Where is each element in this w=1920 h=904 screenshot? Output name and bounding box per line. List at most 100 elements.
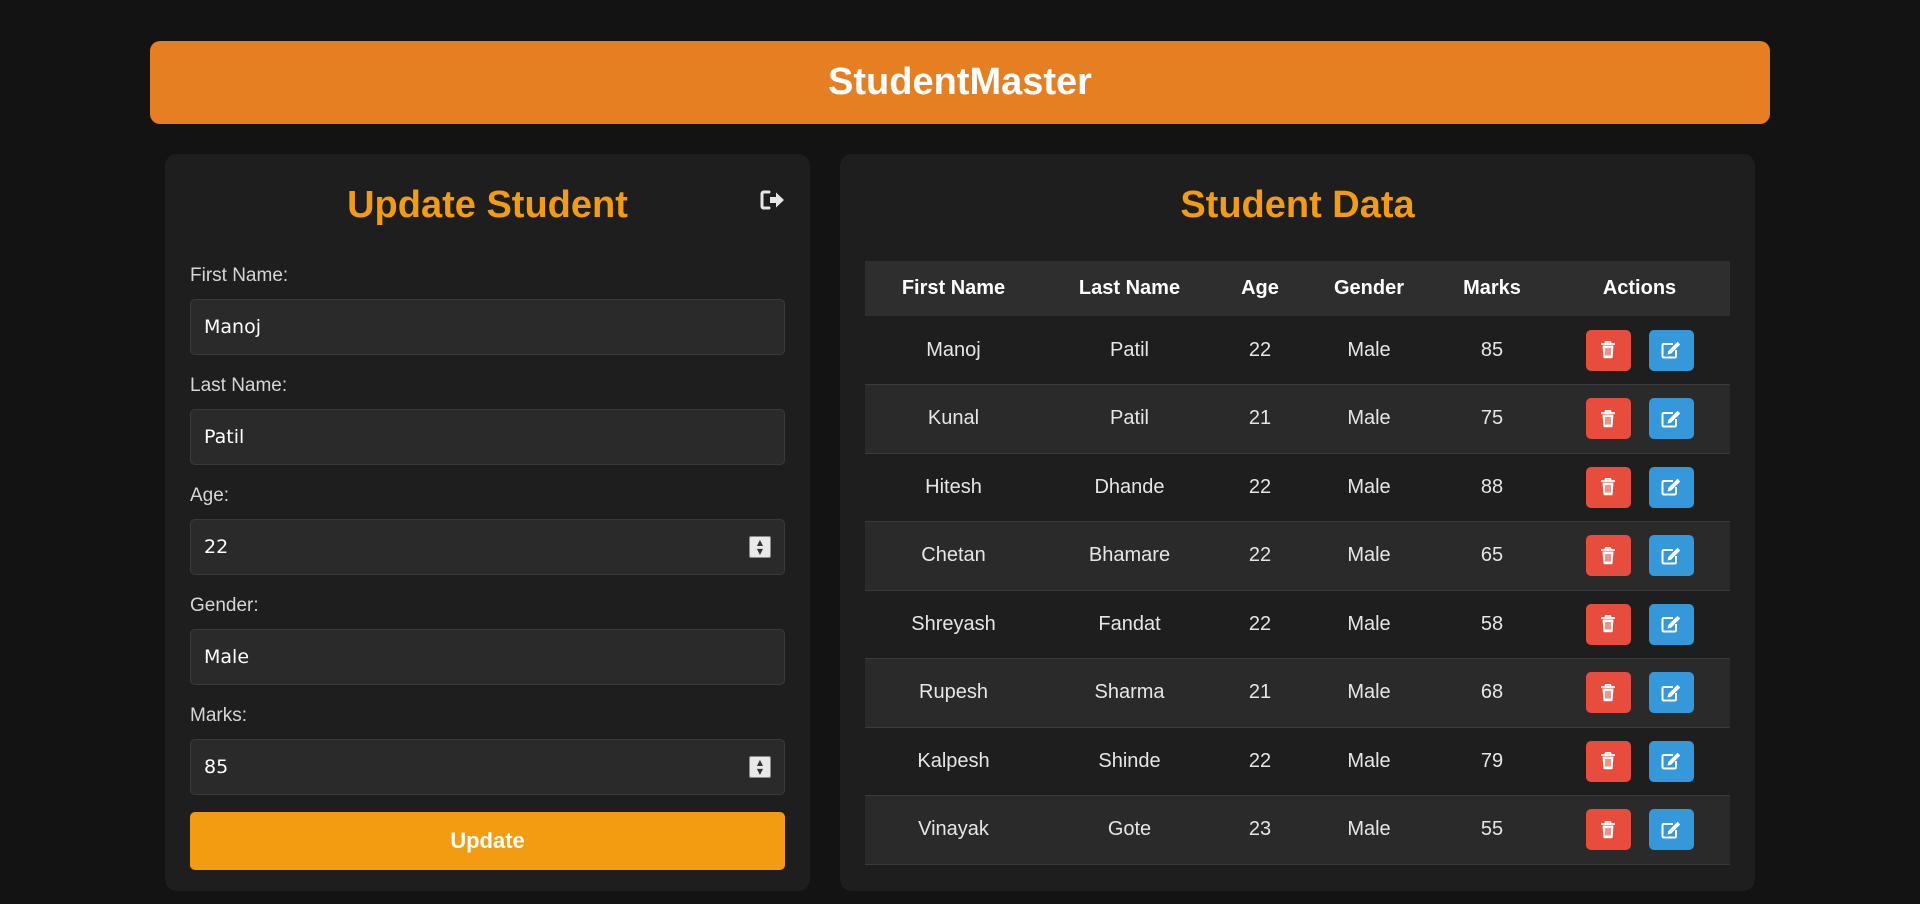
column-header-first-name: First Name: [865, 261, 1042, 316]
edit-button[interactable]: [1648, 466, 1694, 508]
chevron-up-icon[interactable]: ▲: [757, 758, 763, 767]
first-name-value: Manoj: [204, 316, 261, 338]
row-actions: [1549, 603, 1730, 645]
marks-stepper[interactable]: ▲ ▼: [749, 756, 771, 778]
cell-marks: 68: [1435, 658, 1549, 728]
marks-label: Marks:: [190, 705, 247, 726]
cell-last-name: Shinde: [1042, 727, 1217, 796]
cell-first-name: Chetan: [865, 521, 1042, 591]
edit-icon: [1661, 684, 1681, 702]
edit-icon: [1661, 410, 1681, 428]
edit-icon: [1661, 615, 1681, 633]
cell-first-name: Vinayak: [865, 795, 1042, 865]
age-input[interactable]: 22 ▲ ▼: [190, 519, 785, 575]
age-stepper[interactable]: ▲ ▼: [749, 536, 771, 558]
edit-button[interactable]: [1648, 740, 1694, 782]
trash-icon: [1600, 615, 1616, 633]
cell-age: 22: [1217, 453, 1303, 522]
cell-last-name: Dhande: [1042, 453, 1217, 522]
cell-age: 22: [1217, 727, 1303, 796]
column-header-gender: Gender: [1303, 261, 1435, 316]
delete-button[interactable]: [1585, 329, 1631, 371]
update-button[interactable]: Update: [190, 812, 785, 870]
delete-button[interactable]: [1585, 603, 1631, 645]
row-actions: [1549, 740, 1730, 782]
row-actions: [1549, 672, 1730, 714]
sign-out-icon: [760, 190, 784, 210]
cell-marks: 55: [1435, 795, 1549, 865]
first-name-label: First Name:: [190, 265, 289, 286]
delete-button[interactable]: [1585, 809, 1631, 851]
edit-icon: [1661, 752, 1681, 770]
table-header-row: First Name Last Name Age Gender Marks Ac…: [865, 261, 1730, 316]
last-name-label: Last Name:: [190, 375, 288, 396]
cell-age: 22: [1217, 316, 1303, 385]
trash-icon: [1600, 820, 1616, 839]
cell-age: 21: [1217, 658, 1303, 728]
trash-icon: [1600, 409, 1616, 428]
delete-button[interactable]: [1585, 672, 1631, 714]
cell-marks: 58: [1435, 590, 1549, 659]
column-header-actions: Actions: [1549, 261, 1730, 316]
age-group: Age: 22 ▲ ▼: [190, 484, 785, 575]
cell-gender: Male: [1303, 590, 1435, 659]
table-row: Hitesh Dhande 22 Male 88: [865, 453, 1730, 522]
delete-button[interactable]: [1585, 740, 1631, 782]
student-table: First Name Last Name Age Gender Marks Ac…: [865, 261, 1730, 865]
chevron-down-icon[interactable]: ▼: [757, 547, 763, 556]
edit-button[interactable]: [1648, 603, 1694, 645]
edit-button[interactable]: [1648, 809, 1694, 851]
cell-first-name: Kalpesh: [865, 727, 1042, 796]
chevron-up-icon[interactable]: ▲: [757, 538, 763, 547]
delete-button[interactable]: [1585, 398, 1631, 440]
last-name-group: Last Name: Patil: [190, 374, 785, 465]
cell-first-name: Manoj: [865, 316, 1042, 385]
trash-icon: [1600, 546, 1616, 565]
cell-gender: Male: [1303, 453, 1435, 522]
cell-gender: Male: [1303, 316, 1435, 385]
cell-age: 22: [1217, 590, 1303, 659]
cell-gender: Male: [1303, 521, 1435, 591]
table-row: Manoj Patil 22 Male 85: [865, 316, 1730, 385]
logout-button[interactable]: [758, 185, 788, 215]
cell-age: 22: [1217, 521, 1303, 591]
gender-value: Male: [204, 646, 250, 668]
column-header-marks: Marks: [1435, 261, 1549, 316]
marks-value: 85: [204, 756, 229, 778]
table-row: Rupesh Sharma 21 Male 68: [865, 658, 1730, 728]
update-student-panel: Update Student First Name: Manoj Last Na…: [165, 154, 810, 891]
edit-icon: [1661, 341, 1681, 359]
cell-marks: 85: [1435, 316, 1549, 385]
age-value: 22: [204, 536, 229, 558]
cell-age: 23: [1217, 795, 1303, 865]
cell-last-name: Sharma: [1042, 658, 1217, 728]
cell-last-name: Gote: [1042, 795, 1217, 865]
edit-button[interactable]: [1648, 398, 1694, 440]
chevron-down-icon[interactable]: ▼: [757, 767, 763, 776]
last-name-input[interactable]: Patil: [190, 409, 785, 465]
edit-button[interactable]: [1648, 329, 1694, 371]
first-name-input[interactable]: Manoj: [190, 299, 785, 355]
cell-actions: [1549, 384, 1730, 454]
row-actions: [1549, 329, 1730, 371]
cell-actions: [1549, 727, 1730, 796]
cell-gender: Male: [1303, 727, 1435, 796]
cell-first-name: Hitesh: [865, 453, 1042, 522]
cell-gender: Male: [1303, 658, 1435, 728]
cell-first-name: Kunal: [865, 384, 1042, 454]
delete-button[interactable]: [1585, 535, 1631, 577]
cell-marks: 65: [1435, 521, 1549, 591]
gender-group: Gender: Male: [190, 594, 785, 685]
age-label: Age:: [190, 485, 230, 506]
trash-icon: [1600, 341, 1616, 359]
edit-button[interactable]: [1648, 535, 1694, 577]
table-row: Shreyash Fandat 22 Male 58: [865, 590, 1730, 659]
marks-input[interactable]: 85 ▲ ▼: [190, 739, 785, 795]
cell-actions: [1549, 658, 1730, 728]
gender-input[interactable]: Male: [190, 629, 785, 685]
edit-icon: [1661, 821, 1681, 839]
edit-button[interactable]: [1648, 672, 1694, 714]
edit-icon: [1661, 547, 1681, 565]
delete-button[interactable]: [1585, 466, 1631, 508]
trash-icon: [1600, 478, 1616, 496]
